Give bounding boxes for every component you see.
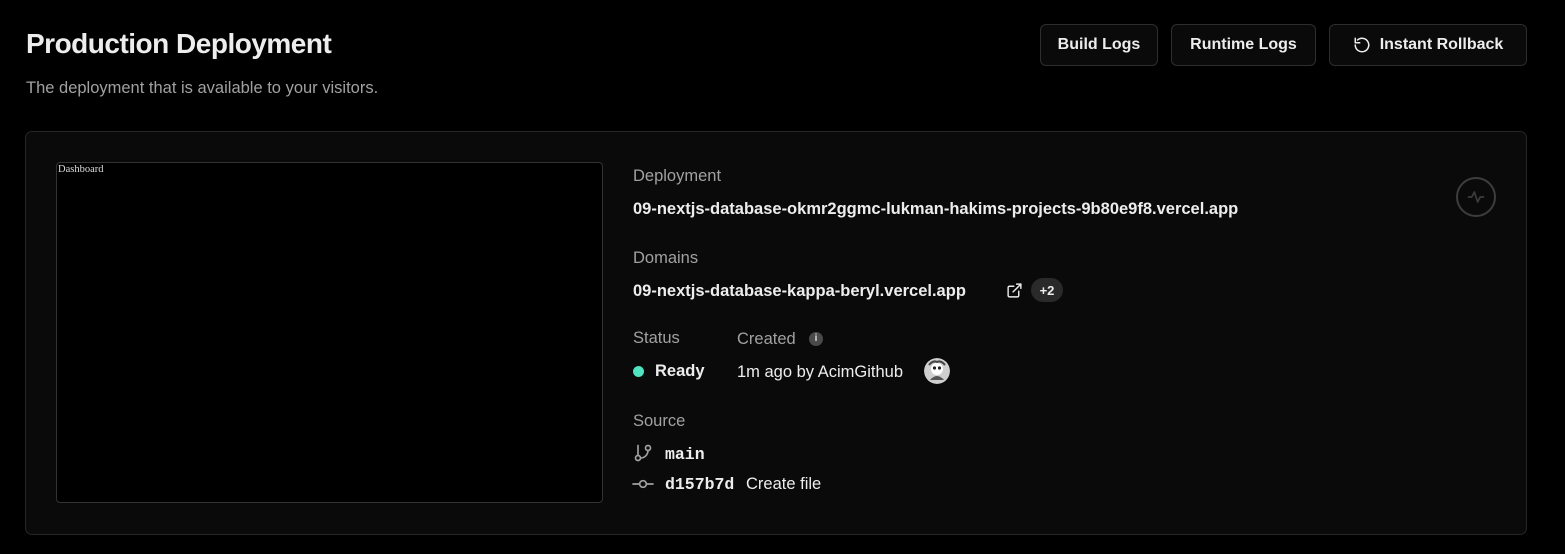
commit-message-link[interactable]: Create file — [746, 475, 821, 494]
commit-sha-link[interactable]: d157b7d — [665, 475, 734, 494]
page-subtitle: The deployment that is available to your… — [26, 79, 379, 97]
branch-link[interactable]: main — [665, 445, 705, 464]
runtime-logs-label: Runtime Logs — [1190, 36, 1297, 53]
rotate-ccw-icon — [1354, 37, 1370, 53]
page-title: Production Deployment — [26, 28, 332, 59]
info-icon[interactable]: i — [809, 332, 823, 346]
domains-count-badge[interactable]: +2 — [1031, 278, 1063, 302]
instant-rollback-button[interactable]: Instant Rollback — [1329, 24, 1527, 66]
created-label: Created — [737, 330, 796, 348]
git-branch-icon — [634, 444, 652, 462]
preview-text: Dashboard — [58, 164, 104, 175]
runtime-logs-button[interactable]: Runtime Logs — [1171, 24, 1316, 66]
activity-icon[interactable] — [1456, 177, 1496, 217]
deployment-label: Deployment — [633, 167, 722, 185]
external-link-icon[interactable] — [1006, 282, 1023, 299]
build-logs-label: Build Logs — [1057, 36, 1141, 53]
domains-label: Domains — [633, 249, 699, 267]
deployment-url-link[interactable]: 09-nextjs-database-okmr2ggmc-lukman-haki… — [633, 200, 1238, 219]
status-dot — [633, 366, 644, 377]
build-logs-button[interactable]: Build Logs — [1040, 24, 1158, 66]
git-commit-icon — [632, 479, 654, 489]
avatar[interactable] — [924, 358, 950, 384]
domain-link[interactable]: 09-nextjs-database-kappa-beryl.vercel.ap… — [633, 282, 966, 301]
deployment-preview[interactable]: Dashboard — [56, 162, 603, 503]
status-label: Status — [633, 329, 680, 347]
created-value: 1m ago by AcimGithub — [737, 363, 903, 381]
instant-rollback-label: Instant Rollback — [1379, 36, 1504, 53]
status-value: Ready — [655, 362, 705, 380]
source-label: Source — [633, 412, 686, 430]
deployment-card: Dashboard Deployment 09-nextjs-database-… — [25, 131, 1527, 535]
